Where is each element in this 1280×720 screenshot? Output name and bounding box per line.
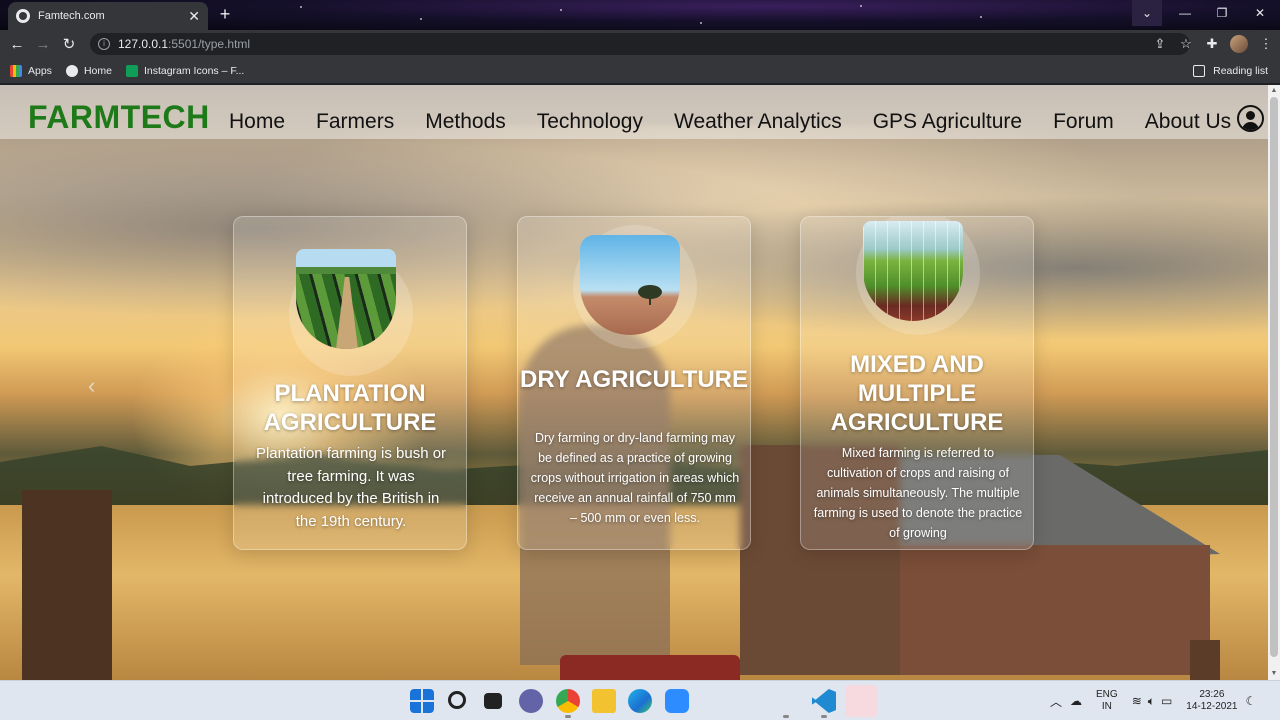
chat-icon[interactable] — [519, 689, 543, 713]
file-explorer-icon[interactable] — [592, 689, 616, 713]
zoom-icon[interactable] — [665, 689, 689, 713]
cloud-icon[interactable]: ☁ — [1070, 694, 1082, 708]
card-text: Mixed farming is referred to cultivation… — [813, 446, 1023, 540]
bookmark-home[interactable]: Home — [65, 64, 112, 77]
bookmark-apps[interactable]: Apps — [10, 64, 52, 77]
nav-forum[interactable]: Forum — [1053, 110, 1114, 134]
bookmark-label: Apps — [28, 64, 52, 77]
card-mixed-agriculture[interactable]: MIXED AND MULTIPLE AGRICULTURE Mixed far… — [800, 216, 1034, 550]
wifi-icon[interactable]: ≋ — [1132, 694, 1142, 708]
menu-kebab-icon[interactable]: ⋮ — [1258, 36, 1274, 52]
tray-overflow-icon[interactable]: ︿ — [1050, 693, 1062, 710]
page-scrollbar[interactable]: ▲ ▼ — [1268, 85, 1280, 680]
browser-toolbar: ← → ↻ i 127.0.0.1:5501/type.html ⇪ ☆ ✚ ⋮ — [0, 30, 1280, 58]
forward-arrow-icon[interactable]: → — [30, 31, 56, 57]
browser-tab-strip: Famtech.com ✕ + ⌄ — ❐ ✕ — [0, 0, 1280, 30]
apps-grid-icon — [10, 64, 22, 77]
globe-icon — [16, 9, 30, 23]
nav-technology[interactable]: Technology — [537, 110, 643, 134]
nav-methods[interactable]: Methods — [425, 110, 506, 134]
close-window-button[interactable]: ✕ — [1240, 0, 1280, 26]
scroll-thumb[interactable] — [1270, 97, 1278, 657]
nav-home[interactable]: Home — [229, 110, 285, 134]
windows-start-icon[interactable] — [410, 689, 434, 713]
bookmark-instagram-icons[interactable]: Instagram Icons – F... — [125, 64, 245, 77]
globe-icon — [65, 64, 78, 77]
user-account-icon[interactable] — [1237, 105, 1264, 132]
volume-icon[interactable]: 🔈︎ — [1148, 694, 1155, 709]
main-nav: Home Farmers Methods Technology Weather … — [229, 110, 1231, 134]
carousel-prev-arrow[interactable]: ‹ — [88, 373, 95, 399]
search-icon[interactable] — [448, 691, 466, 709]
active-app-icon[interactable] — [845, 685, 877, 717]
nav-about-us[interactable]: About Us — [1145, 110, 1231, 134]
windows-taskbar: ︿ ☁ ENG IN ≋ 🔈︎ ▭ 23:26 14-12-2021 ☾ — [0, 680, 1280, 720]
scroll-up-icon[interactable]: ▲ — [1270, 87, 1278, 95]
system-tray: ︿ ☁ ENG IN ≋ 🔈︎ ▭ 23:26 14-12-2021 ☾ — [1050, 681, 1256, 720]
nav-gps-agriculture[interactable]: GPS Agriculture — [873, 110, 1022, 134]
tab-search-icon[interactable]: ⌄ — [1132, 0, 1162, 26]
maximize-button[interactable]: ❐ — [1202, 0, 1242, 26]
browser-tab[interactable]: Famtech.com ✕ — [8, 2, 208, 30]
language-top: ENG — [1096, 689, 1118, 700]
url-path: :5501/type.html — [168, 37, 251, 51]
card-text: Plantation farming is bush or tree farmi… — [255, 445, 447, 530]
card-text: Dry farming or dry-land farming may be d… — [530, 431, 740, 525]
reload-icon[interactable]: ↻ — [56, 31, 82, 57]
tractor — [560, 655, 740, 680]
reading-list-button[interactable]: Reading list — [1193, 58, 1268, 84]
edge-icon[interactable] — [628, 689, 652, 713]
site-info-icon[interactable]: i — [98, 38, 110, 50]
scroll-down-icon[interactable]: ▼ — [1270, 670, 1278, 678]
page-viewport: FARMTECH Home Farmers Methods Technology… — [0, 85, 1268, 680]
card-dry-agriculture[interactable]: DRY AGRICULTURE Dry farming or dry-land … — [517, 216, 751, 550]
card-title: DRY AGRICULTURE — [520, 366, 748, 393]
language-bottom: IN — [1101, 701, 1112, 712]
back-arrow-icon[interactable]: ← — [4, 31, 30, 57]
reading-list-icon — [1193, 65, 1206, 77]
fence-post — [1190, 640, 1220, 680]
bookmark-label: Instagram Icons – F... — [143, 64, 245, 77]
profile-avatar[interactable] — [1230, 35, 1248, 53]
dry-land-image — [580, 235, 680, 335]
notifications-icon[interactable]: ☾ — [1245, 694, 1256, 708]
bookmark-star-icon[interactable]: ☆ — [1178, 36, 1194, 52]
card-title: PLANTATION AGRICULTURE — [263, 380, 437, 436]
task-view-icon[interactable] — [484, 693, 502, 709]
sheet-icon — [125, 64, 138, 77]
card-plantation[interactable]: PLANTATION AGRICULTURE Plantation farmin… — [233, 216, 467, 550]
greenhouse-image — [863, 221, 963, 321]
battery-icon[interactable]: ▭ — [1161, 694, 1172, 708]
nav-farmers[interactable]: Farmers — [316, 110, 394, 134]
new-tab-button[interactable]: + — [214, 4, 236, 26]
vscode-icon[interactable] — [812, 689, 836, 713]
reading-list-label: Reading list — [1213, 65, 1268, 77]
bookmarks-bar: Apps Home Instagram Icons – F... Reading… — [0, 58, 1280, 84]
minimize-button[interactable]: — — [1165, 0, 1205, 26]
url-host: 127.0.0.1 — [118, 37, 169, 51]
share-icon[interactable]: ⇪ — [1152, 36, 1168, 52]
language-indicator[interactable]: ENG IN — [1096, 689, 1118, 713]
address-bar[interactable]: i 127.0.0.1:5501/type.html — [90, 33, 1190, 55]
nav-weather-analytics[interactable]: Weather Analytics — [674, 110, 842, 134]
close-tab-icon[interactable]: ✕ — [188, 8, 200, 25]
fence-post — [22, 490, 112, 680]
chrome-icon[interactable] — [556, 689, 580, 713]
clock[interactable]: 23:26 14-12-2021 — [1186, 689, 1237, 713]
site-navbar: FARMTECH Home Farmers Methods Technology… — [0, 85, 1268, 139]
bookmark-label: Home — [83, 64, 112, 77]
site-logo[interactable]: FARMTECH — [28, 99, 210, 136]
extensions-puzzle-icon[interactable]: ✚ — [1204, 36, 1220, 52]
tab-title: Famtech.com — [38, 10, 105, 22]
card-title: MIXED AND MULTIPLE AGRICULTURE — [830, 351, 1004, 436]
plantation-image — [296, 249, 396, 349]
clock-time: 23:26 — [1199, 689, 1225, 700]
clock-date: 14-12-2021 — [1186, 701, 1238, 712]
